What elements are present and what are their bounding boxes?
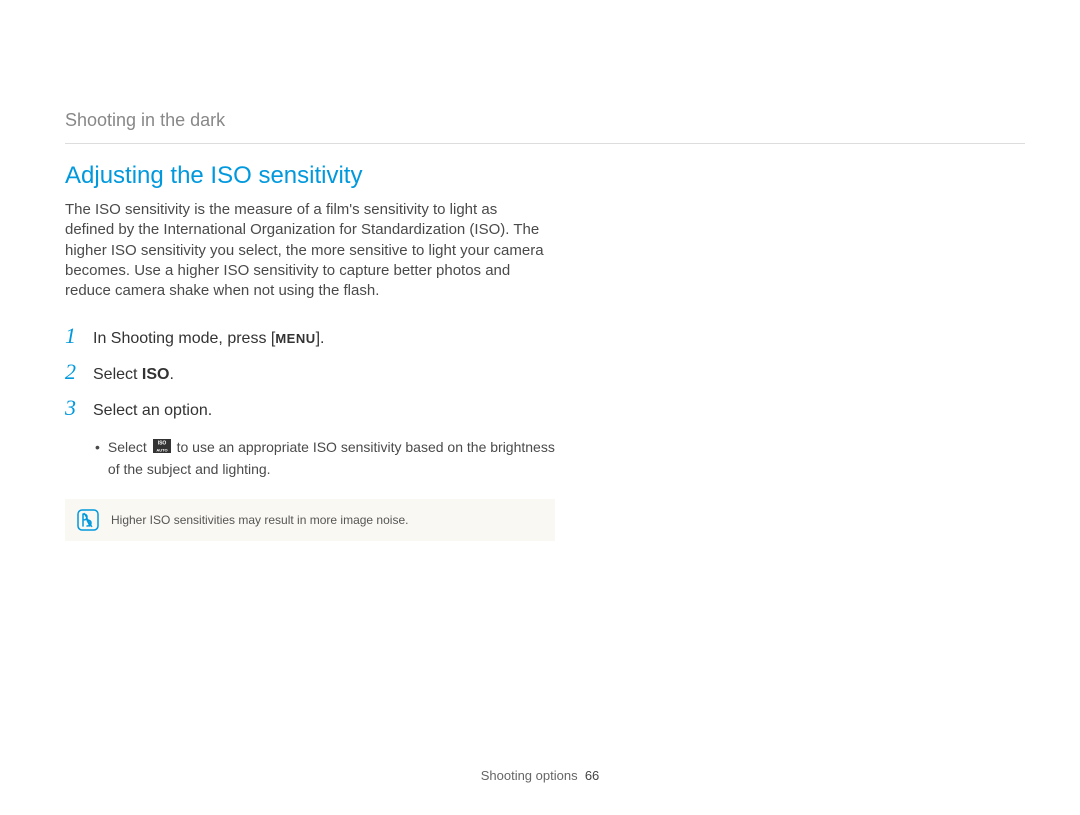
menu-button-icon: MENU	[275, 331, 315, 346]
step-text: Select ISO.	[93, 366, 174, 384]
step-number: 1	[65, 323, 93, 349]
step-number: 3	[65, 395, 93, 421]
note-text: Higher ISO sensitivities may result in m…	[111, 513, 408, 527]
step-2: 2 Select ISO.	[65, 359, 1020, 385]
substep-prefix: Select	[108, 439, 151, 455]
section-heading: Adjusting the ISO sensitivity	[65, 162, 1020, 190]
note-box: Higher ISO sensitivities may result in m…	[65, 499, 555, 541]
divider	[65, 143, 1025, 144]
breadcrumb: Shooting in the dark	[65, 110, 1020, 131]
iso-auto-icon: ISOAUTO	[153, 438, 171, 458]
footer-page-number: 66	[585, 768, 599, 783]
step-number: 2	[65, 359, 93, 385]
step-2-prefix: Select	[93, 366, 142, 383]
step-2-bold: ISO	[142, 366, 170, 383]
bullet-icon: •	[95, 437, 100, 479]
step-2-suffix: .	[169, 366, 173, 383]
step-list: 1 In Shooting mode, press [MENU]. 2 Sele…	[65, 323, 1020, 421]
step-text: In Shooting mode, press [MENU].	[93, 330, 325, 348]
step-1-suffix: ].	[316, 330, 325, 347]
substep-suffix: to use an appropriate ISO sensitivity ba…	[108, 439, 555, 476]
intro-paragraph: The ISO sensitivity is the measure of a …	[65, 200, 545, 301]
step-1: 1 In Shooting mode, press [MENU].	[65, 323, 1020, 349]
note-icon	[77, 509, 99, 531]
substep-text: Select ISOAUTO to use an appropriate ISO…	[108, 437, 565, 479]
step-text: Select an option.	[93, 402, 212, 420]
svg-text:ISO: ISO	[157, 441, 166, 447]
substep: • Select ISOAUTO to use an appropriate I…	[95, 437, 565, 479]
step-1-prefix: In Shooting mode, press [	[93, 330, 275, 347]
step-3: 3 Select an option.	[65, 395, 1020, 421]
page-footer: Shooting options 66	[481, 768, 600, 783]
svg-text:AUTO: AUTO	[156, 448, 167, 453]
footer-label: Shooting options	[481, 768, 578, 783]
